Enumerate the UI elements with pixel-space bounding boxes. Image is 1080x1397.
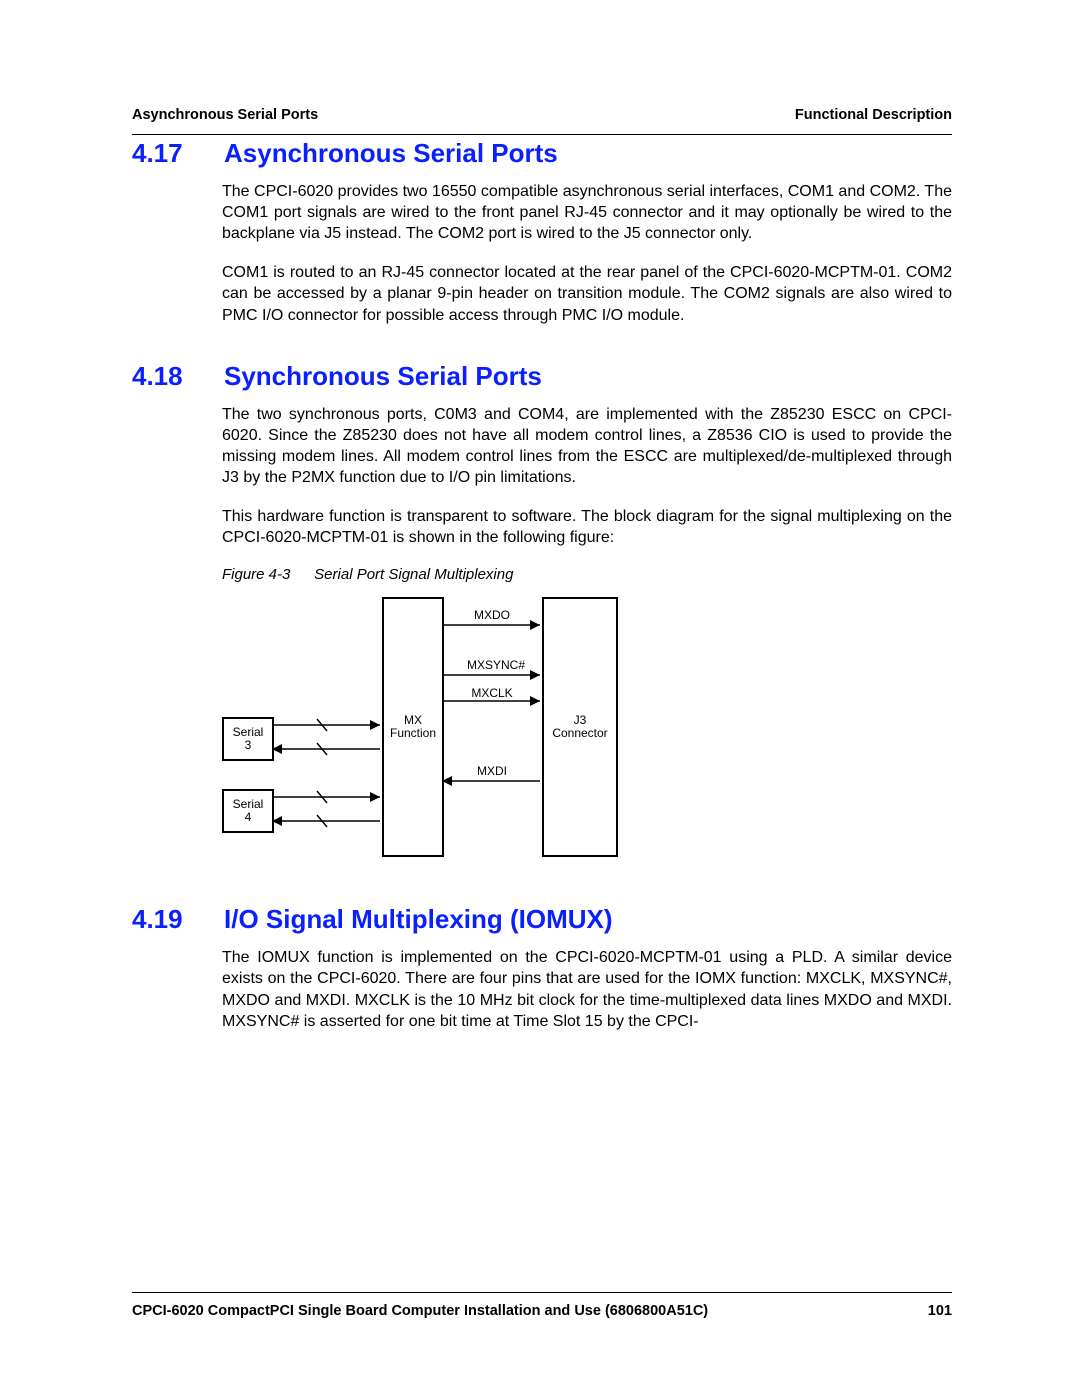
figure-caption: Figure 4-3 Serial Port Signal Multiplexi… [222, 566, 952, 583]
paragraph: This hardware function is transparent to… [222, 506, 952, 548]
section-heading: 4.17 Asynchronous Serial Ports [132, 138, 952, 169]
section-heading: 4.19 I/O Signal Multiplexing (IOMUX) [132, 904, 952, 935]
section-4-18: 4.18 Synchronous Serial Ports The two sy… [132, 361, 952, 870]
figure-wires [222, 597, 682, 869]
page: Asynchronous Serial Ports Functional Des… [0, 0, 1080, 1397]
footer-left: CPCI-6020 CompactPCI Single Board Comput… [132, 1303, 708, 1319]
section-4-19: 4.19 I/O Signal Multiplexing (IOMUX) The… [132, 904, 952, 1031]
figure-title: Serial Port Signal Multiplexing [314, 566, 513, 583]
paragraph: The two synchronous ports, C0M3 and COM4… [222, 404, 952, 488]
section-heading: 4.18 Synchronous Serial Ports [132, 361, 952, 392]
figure-number: Figure 4-3 [222, 566, 310, 583]
section-title: Synchronous Serial Ports [224, 361, 952, 392]
section-body: The CPCI-6020 provides two 16550 compati… [222, 181, 952, 326]
section-title: Asynchronous Serial Ports [224, 138, 952, 169]
running-head-left: Asynchronous Serial Ports [132, 107, 318, 123]
paragraph: COM1 is routed to an RJ-45 connector loc… [222, 262, 952, 325]
paragraph: The IOMUX function is implemented on the… [222, 947, 952, 1031]
section-body: The two synchronous ports, C0M3 and COM4… [222, 404, 952, 549]
section-title: I/O Signal Multiplexing (IOMUX) [224, 904, 952, 935]
section-number: 4.19 [132, 904, 202, 935]
running-head-right: Functional Description [795, 107, 952, 123]
header-rule [132, 134, 952, 135]
footer-rule [132, 1292, 952, 1293]
section-body: The IOMUX function is implemented on the… [222, 947, 952, 1031]
paragraph: The CPCI-6020 provides two 16550 compati… [222, 181, 952, 244]
section-number: 4.17 [132, 138, 202, 169]
footer-page-number: 101 [928, 1303, 952, 1319]
section-number: 4.18 [132, 361, 202, 392]
section-4-17: 4.17 Asynchronous Serial Ports The CPCI-… [132, 138, 952, 326]
figure-diagram: Serial 3 Serial 4 MX Function J3 Connect… [222, 597, 682, 869]
